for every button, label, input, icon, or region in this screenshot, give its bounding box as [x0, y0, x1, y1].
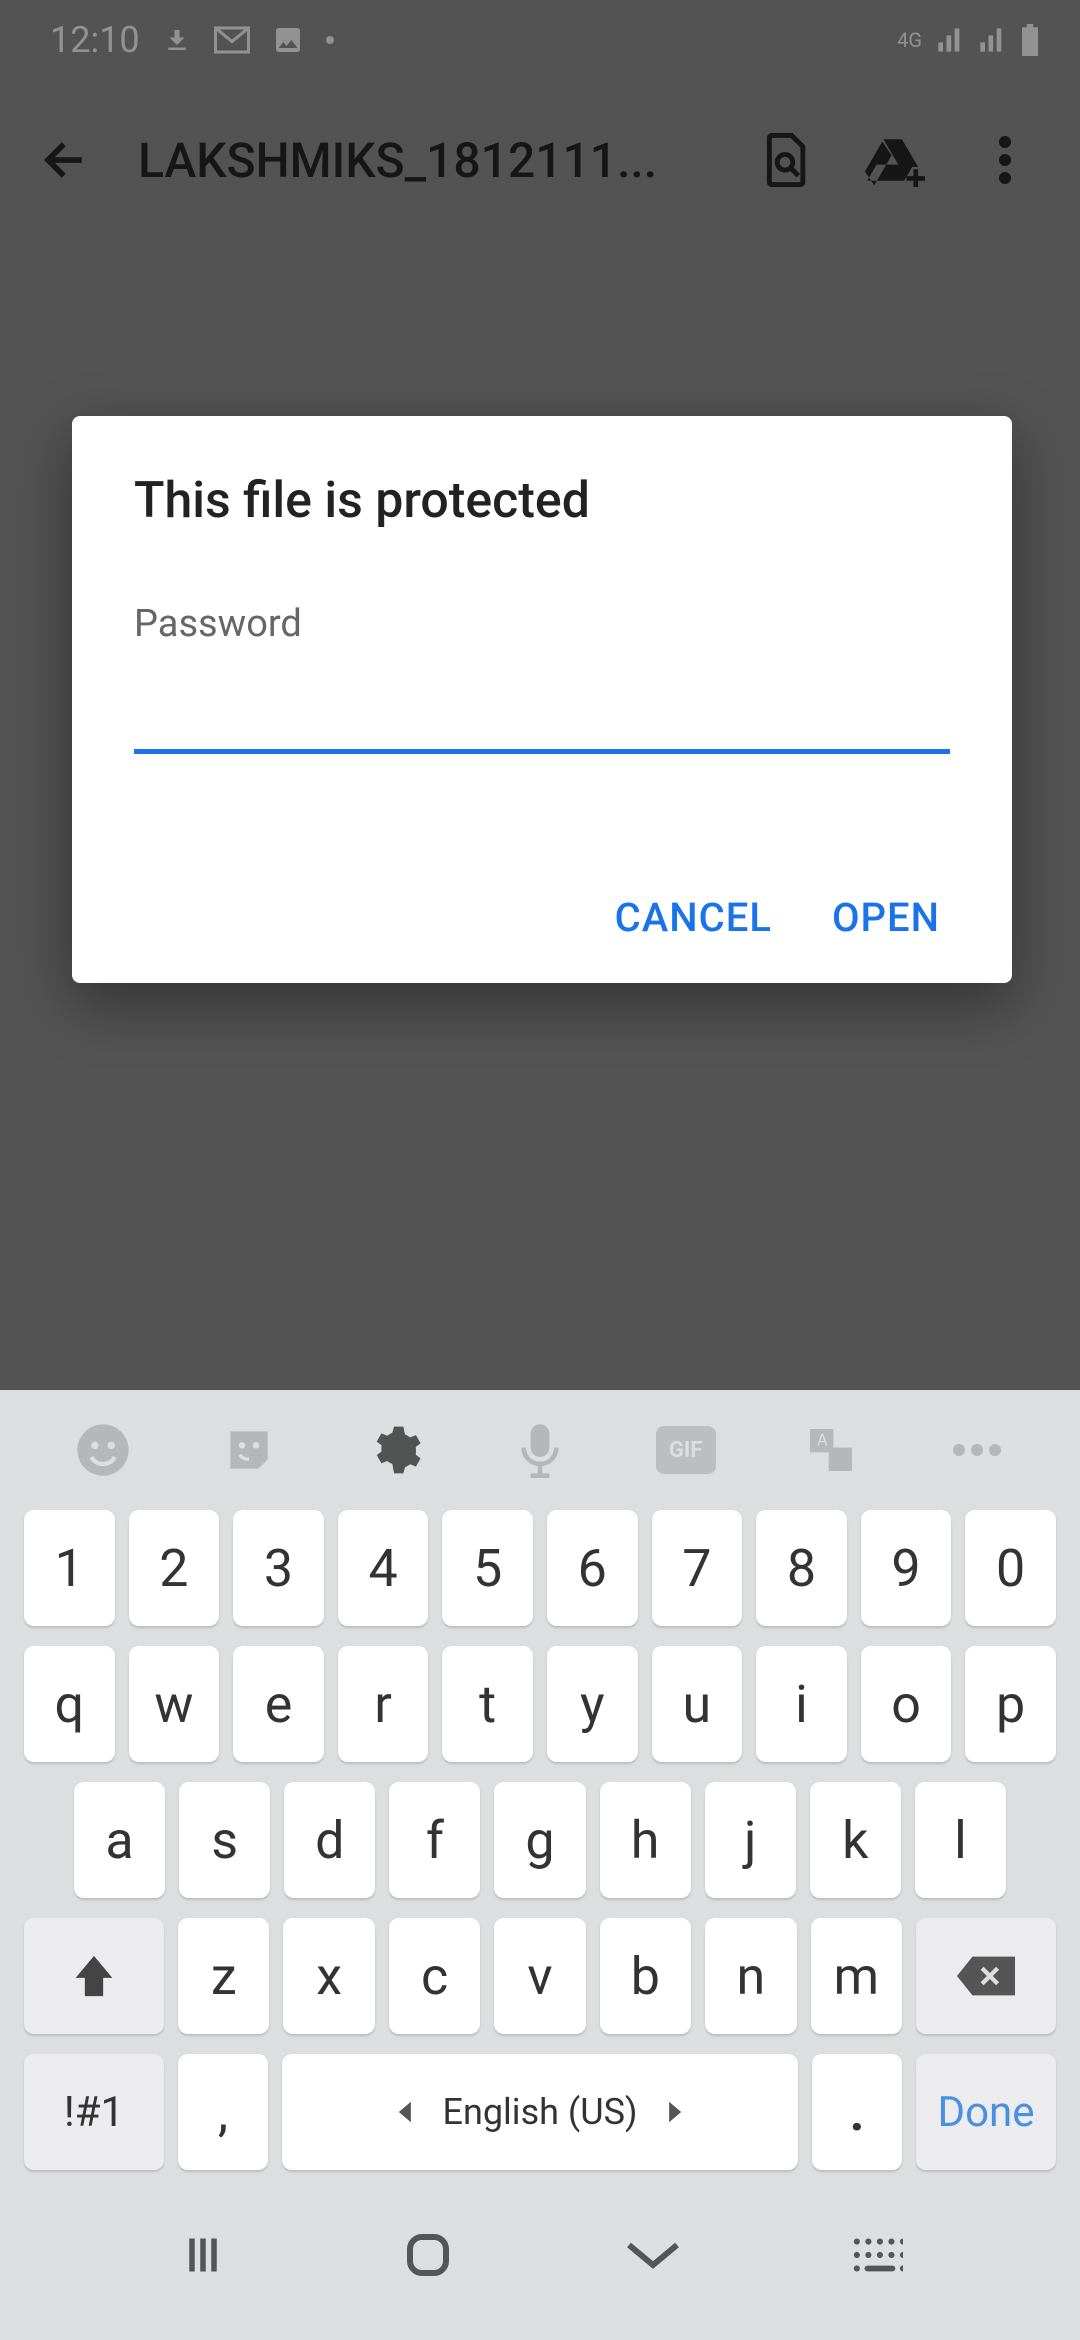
recents-button[interactable] — [163, 2225, 243, 2285]
keyboard-toolbar: GIF A — [0, 1390, 1080, 1510]
svg-text:A: A — [817, 1430, 828, 1449]
translate-icon[interactable]: A — [796, 1415, 866, 1485]
keyboard-row-top: qwertyuiop — [24, 1646, 1056, 1762]
key-k[interactable]: k — [810, 1782, 901, 1898]
backspace-key[interactable] — [916, 1918, 1056, 2034]
key-v[interactable]: v — [494, 1918, 585, 2034]
symbols-key[interactable]: !#1 — [24, 2054, 164, 2170]
key-6[interactable]: 6 — [547, 1510, 638, 1626]
navigation-bar — [0, 2190, 1080, 2320]
soft-keyboard: GIF A 1234567890 qwertyuiop asdfghjkl zx… — [0, 1390, 1080, 2340]
gear-icon[interactable] — [359, 1415, 429, 1485]
keyboard-row-bottom: zxcvbnm — [24, 1918, 1056, 2034]
key-l[interactable]: l — [915, 1782, 1006, 1898]
emoji-icon[interactable] — [68, 1415, 138, 1485]
key-8[interactable]: 8 — [756, 1510, 847, 1626]
period-key[interactable]: . — [812, 2054, 902, 2170]
mic-icon[interactable] — [505, 1415, 575, 1485]
key-j[interactable]: j — [705, 1782, 796, 1898]
shift-key[interactable] — [24, 1918, 164, 2034]
key-r[interactable]: r — [338, 1646, 429, 1762]
dialog-title: This file is protected — [134, 472, 950, 530]
key-g[interactable]: g — [494, 1782, 585, 1898]
password-input[interactable] — [134, 666, 950, 754]
key-u[interactable]: u — [652, 1646, 743, 1762]
key-z[interactable]: z — [178, 1918, 269, 2034]
key-b[interactable]: b — [600, 1918, 691, 2034]
password-label: Password — [134, 602, 950, 646]
key-d[interactable]: d — [284, 1782, 375, 1898]
keyboard-number-row: 1234567890 — [24, 1510, 1056, 1626]
key-y[interactable]: y — [547, 1646, 638, 1762]
comma-key[interactable]: , — [178, 2054, 268, 2170]
key-m[interactable]: m — [811, 1918, 902, 2034]
password-dialog: This file is protected Password CANCEL O… — [72, 416, 1012, 983]
open-button[interactable]: OPEN — [832, 894, 940, 941]
key-x[interactable]: x — [283, 1918, 374, 2034]
key-s[interactable]: s — [179, 1782, 270, 1898]
space-label: English (US) — [443, 2091, 638, 2133]
done-key[interactable]: Done — [916, 2054, 1056, 2170]
key-a[interactable]: a — [74, 1782, 165, 1898]
key-3[interactable]: 3 — [233, 1510, 324, 1626]
keyboard-switch-button[interactable] — [838, 2225, 918, 2285]
key-2[interactable]: 2 — [129, 1510, 220, 1626]
key-t[interactable]: t — [442, 1646, 533, 1762]
key-9[interactable]: 9 — [861, 1510, 952, 1626]
key-f[interactable]: f — [389, 1782, 480, 1898]
key-e[interactable]: e — [233, 1646, 324, 1762]
key-i[interactable]: i — [756, 1646, 847, 1762]
keyboard-hide-button[interactable] — [613, 2225, 693, 2285]
key-c[interactable]: c — [389, 1918, 480, 2034]
key-7[interactable]: 7 — [652, 1510, 743, 1626]
key-4[interactable]: 4 — [338, 1510, 429, 1626]
cancel-button[interactable]: CANCEL — [615, 894, 772, 941]
key-q[interactable]: q — [24, 1646, 115, 1762]
key-w[interactable]: w — [129, 1646, 220, 1762]
key-h[interactable]: h — [600, 1782, 691, 1898]
keyboard-row-space: !#1 , English (US) . Done — [24, 2054, 1056, 2170]
gif-icon[interactable]: GIF — [651, 1415, 721, 1485]
key-p[interactable]: p — [965, 1646, 1056, 1762]
key-0[interactable]: 0 — [965, 1510, 1056, 1626]
home-button[interactable] — [388, 2225, 468, 2285]
key-1[interactable]: 1 — [24, 1510, 115, 1626]
kb-more-icon[interactable] — [942, 1415, 1012, 1485]
space-key[interactable]: English (US) — [282, 2054, 798, 2170]
key-n[interactable]: n — [705, 1918, 796, 2034]
sticker-icon[interactable] — [214, 1415, 284, 1485]
key-5[interactable]: 5 — [442, 1510, 533, 1626]
keyboard-row-middle: asdfghjkl — [24, 1782, 1056, 1898]
key-o[interactable]: o — [861, 1646, 952, 1762]
